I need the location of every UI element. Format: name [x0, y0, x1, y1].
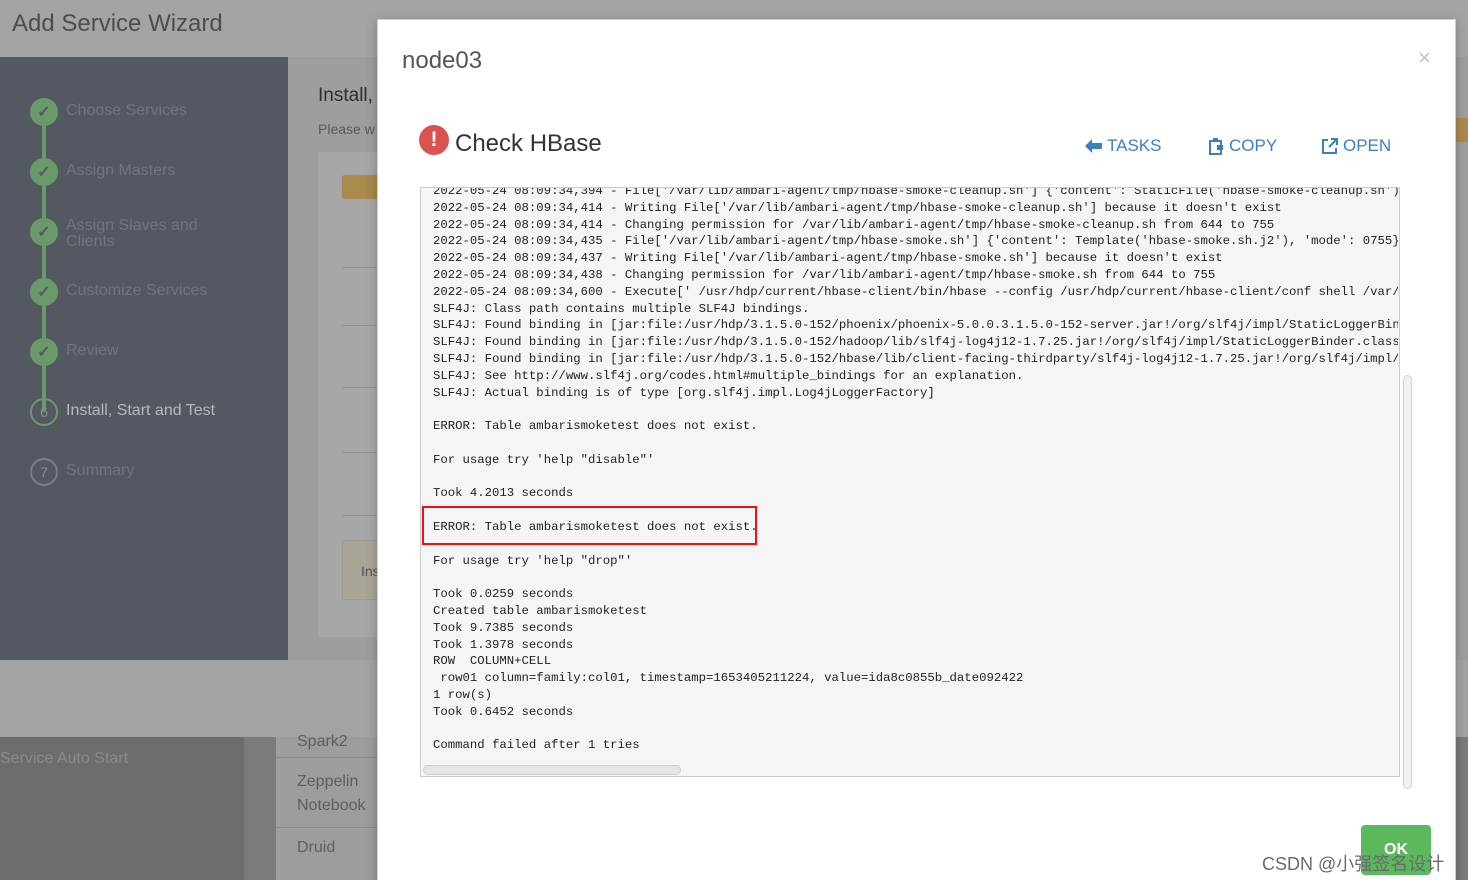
divider [276, 757, 381, 758]
external-link-icon [1322, 138, 1338, 154]
divider [276, 827, 381, 828]
watermark: CSDN @小强签名设计 [1262, 854, 1445, 874]
check-icon: ✓ [30, 338, 58, 366]
error-highlight-box [422, 506, 757, 545]
list-item: Spark2 [297, 733, 348, 750]
step-review[interactable]: ✓ Review [30, 338, 236, 366]
copy-link[interactable]: COPY [1209, 136, 1277, 156]
list-item: Druid [297, 839, 336, 856]
divider [342, 387, 382, 388]
wizard-title: Add Service Wizard [12, 10, 223, 37]
horizontal-scrollbar[interactable] [423, 765, 681, 775]
wizard-steps-sidebar: ✓ Choose Services ✓ Assign Masters ✓ Ass… [0, 57, 288, 660]
step-summary: 7 Summary [30, 458, 236, 486]
step-label: Install, Start and Test [66, 402, 216, 419]
step-assign-slaves[interactable]: ✓ Assign Slaves and Clients [30, 218, 236, 250]
check-icon: ✓ [30, 218, 58, 246]
task-title: Check HBase [455, 130, 602, 157]
error-icon: ! [419, 125, 449, 155]
install-subtitle: Please w [318, 121, 375, 137]
open-link[interactable]: OPEN [1322, 136, 1391, 156]
step-assign-masters[interactable]: ✓ Assign Masters [30, 158, 236, 186]
divider [342, 267, 382, 268]
list-item: Zeppelin [297, 773, 359, 790]
arrow-left-icon [1085, 139, 1102, 153]
check-icon: ✓ [30, 278, 58, 306]
step-number: 6 [30, 398, 58, 426]
tasks-label: TASKS [1107, 136, 1162, 155]
tasks-link[interactable]: TASKS [1085, 136, 1161, 156]
clipboard-icon [1209, 137, 1223, 155]
list-item: Notebook [297, 797, 366, 814]
step-choose-services[interactable]: ✓ Choose Services [30, 98, 236, 126]
step-customize-services[interactable]: ✓ Customize Services [30, 278, 236, 306]
step-label: Summary [66, 462, 135, 479]
divider [342, 452, 382, 453]
modal-title: node03 [402, 47, 483, 74]
check-icon: ✓ [30, 158, 58, 186]
copy-label: COPY [1229, 136, 1278, 155]
close-icon[interactable]: × [1418, 45, 1431, 71]
task-log-modal: node03 × ! Check HBase TASKS COPY OPEN 2… [377, 19, 1456, 880]
vertical-scrollbar[interactable] [1403, 375, 1412, 789]
step-label: Assign Slaves and Clients [66, 217, 198, 250]
step-label: Review [66, 342, 119, 359]
divider [342, 515, 382, 516]
step-label: Assign Masters [66, 162, 176, 179]
open-label: OPEN [1343, 136, 1392, 155]
task-log-output[interactable]: 2022-05-24 08:09:34,394 - File['/var/lib… [420, 187, 1400, 777]
step-label: Choose Services [66, 102, 187, 119]
install-title: Install, [318, 85, 373, 106]
service-auto-start-label: Service Auto Start [0, 750, 129, 767]
divider [342, 325, 382, 326]
step-label: Customize Services [66, 282, 208, 299]
step-number: 7 [30, 458, 58, 486]
log-text: 2022-05-24 08:09:34,394 - File['/var/lib… [433, 187, 1398, 753]
step-install-start-test: 6 Install, Start and Test [30, 398, 236, 426]
check-icon: ✓ [30, 98, 58, 126]
